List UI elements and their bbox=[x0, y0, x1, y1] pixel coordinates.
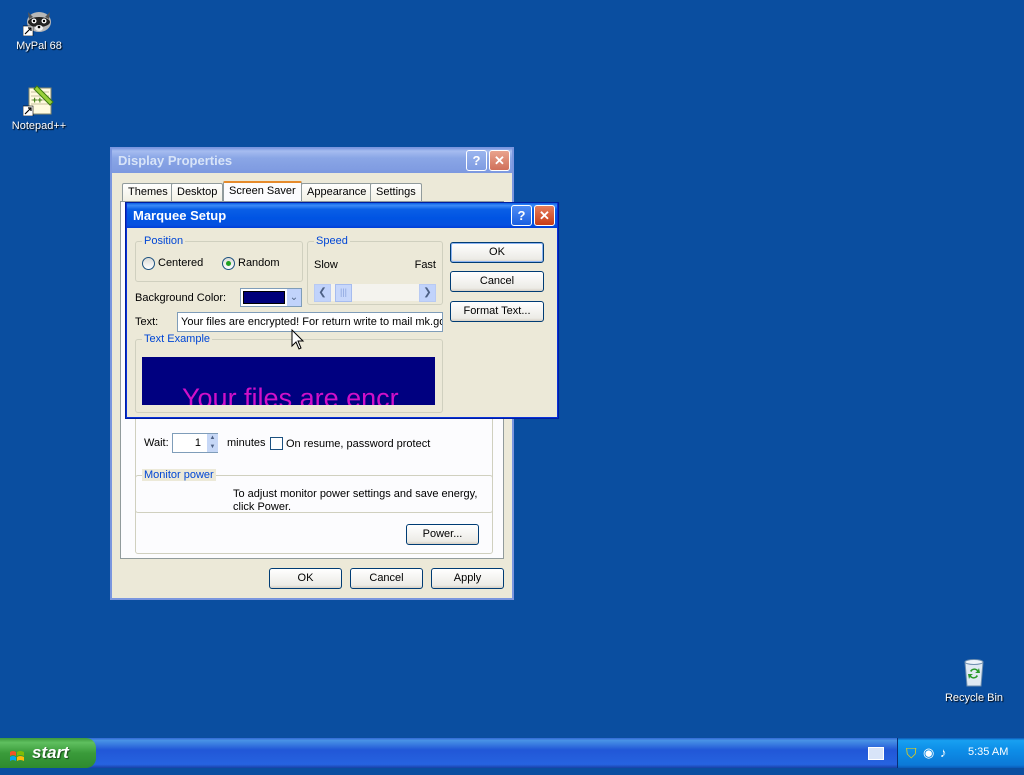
text-example-group: Text Example Your files are encr bbox=[135, 333, 443, 413]
clock[interactable]: 5:35 AM bbox=[968, 746, 1008, 758]
display-properties-titlebar[interactable]: Display Properties ? ✕ bbox=[112, 148, 512, 173]
password-protect-label: On resume, password protect bbox=[286, 438, 431, 450]
monitor-power-group: Monitor power To adjust monitor power se… bbox=[135, 469, 493, 554]
start-label: start bbox=[32, 743, 69, 762]
recycle-bin-icon bbox=[958, 656, 990, 688]
help-button[interactable]: ? bbox=[511, 205, 532, 226]
wait-value: 1 bbox=[194, 437, 201, 449]
desktop-icon-label: MyPal 68 bbox=[16, 40, 62, 52]
start-button[interactable]: start bbox=[0, 738, 96, 768]
stepper-arrows[interactable]: ▲ ▼ bbox=[207, 434, 218, 452]
background-color-swatch bbox=[243, 291, 285, 304]
power-button[interactable]: Power... bbox=[406, 524, 479, 545]
ok-button[interactable]: OK bbox=[269, 568, 342, 589]
marquee-setup-titlebar[interactable]: Marquee Setup ? ✕ bbox=[127, 203, 557, 228]
tab-settings[interactable]: Settings bbox=[370, 183, 422, 202]
network-icon[interactable]: ◉ bbox=[923, 745, 934, 761]
text-example-preview: Your files are encr bbox=[142, 357, 435, 405]
radio-centered-label: Centered bbox=[158, 257, 204, 269]
ok-button[interactable]: OK bbox=[450, 242, 544, 263]
help-button[interactable]: ? bbox=[466, 150, 487, 171]
wait-label: Wait: bbox=[144, 437, 169, 449]
apply-button[interactable]: Apply bbox=[431, 568, 504, 589]
volume-icon[interactable]: ♪ bbox=[940, 745, 947, 760]
system-tray: ⛉ ◉ ♪ 5:35 AM bbox=[897, 738, 1024, 768]
text-example-group-label: Text Example bbox=[142, 333, 213, 345]
chevron-down-icon[interactable]: ⌄ bbox=[287, 289, 301, 306]
speed-group: Speed Slow Fast ❮ ||| ❯ bbox=[307, 235, 443, 305]
text-example-preview-text: Your files are encr bbox=[182, 383, 399, 405]
speed-fast-label: Fast bbox=[414, 259, 436, 271]
close-icon: ✕ bbox=[539, 208, 550, 223]
speed-thumb[interactable]: ||| bbox=[335, 284, 352, 302]
dialog-title: Marquee Setup bbox=[133, 208, 227, 223]
tab-appearance[interactable]: Appearance bbox=[301, 183, 373, 202]
security-shield-icon[interactable]: ⛉ bbox=[906, 745, 917, 762]
radio-centered[interactable] bbox=[142, 257, 155, 270]
desktop-icon-mypal[interactable]: MyPal 68 bbox=[1, 4, 77, 52]
window-title: Display Properties bbox=[118, 153, 233, 168]
desktop-icon-notepadpp[interactable]: ++ Notepad++ bbox=[1, 84, 77, 132]
close-button[interactable]: ✕ bbox=[534, 205, 555, 226]
desktop-icon-label: Recycle Bin bbox=[944, 692, 1004, 704]
taskbar: start ⛉ ◉ ♪ 5:35 AM bbox=[0, 738, 1024, 768]
svg-text:++: ++ bbox=[32, 95, 43, 105]
scroll-right-arrow-icon[interactable]: ❯ bbox=[419, 284, 436, 302]
question-icon: ? bbox=[517, 208, 526, 223]
monitor-power-description: To adjust monitor power settings and sav… bbox=[233, 488, 478, 513]
close-button[interactable]: ✕ bbox=[489, 150, 510, 171]
stepper-up-icon[interactable]: ▲ bbox=[207, 434, 218, 443]
stepper-down-icon[interactable]: ▼ bbox=[207, 443, 218, 452]
marquee-setup-dialog: Marquee Setup ? ✕ Position Centered Rand… bbox=[126, 203, 558, 418]
close-icon: ✕ bbox=[494, 153, 505, 168]
tab-themes[interactable]: Themes bbox=[122, 183, 174, 202]
tab-strip: Themes Desktop Screen Saver Appearance S… bbox=[122, 181, 502, 204]
speed-scrollbar[interactable]: ❮ ||| ❯ bbox=[314, 284, 436, 302]
minutes-label: minutes bbox=[227, 437, 266, 449]
desktop-icon-recycle-bin[interactable]: Recycle Bin bbox=[936, 656, 1012, 704]
windows-logo-icon bbox=[9, 745, 25, 761]
notepadpp-icon: ++ bbox=[22, 84, 55, 117]
keyboard-icon[interactable] bbox=[868, 747, 884, 760]
marquee-text-value: Your files are encrypted! For return wri… bbox=[181, 316, 443, 328]
desktop-icon-label: Notepad++ bbox=[11, 120, 67, 132]
cancel-button[interactable]: Cancel bbox=[450, 271, 544, 292]
radio-random[interactable] bbox=[222, 257, 235, 270]
monitor-power-group-label: Monitor power bbox=[142, 469, 216, 481]
format-text-button[interactable]: Format Text... bbox=[450, 301, 544, 322]
question-icon: ? bbox=[472, 153, 481, 168]
speed-slow-label: Slow bbox=[314, 259, 338, 271]
marquee-text-input[interactable]: Your files are encrypted! For return wri… bbox=[177, 312, 443, 332]
cancel-button[interactable]: Cancel bbox=[350, 568, 423, 589]
radio-random-label: Random bbox=[238, 257, 280, 269]
tab-desktop[interactable]: Desktop bbox=[171, 183, 224, 202]
speed-group-label: Speed bbox=[314, 235, 350, 247]
raccoon-icon bbox=[22, 4, 55, 37]
scroll-left-arrow-icon[interactable]: ❮ bbox=[314, 284, 331, 302]
position-group-label: Position bbox=[142, 235, 186, 247]
background-color-picker[interactable]: ⌄ bbox=[240, 288, 302, 307]
background-color-label: Background Color: bbox=[135, 292, 227, 304]
password-protect-checkbox[interactable] bbox=[270, 437, 283, 450]
mouse-cursor-icon bbox=[291, 328, 305, 351]
text-label: Text: bbox=[135, 316, 159, 328]
position-group: Position Centered Random bbox=[135, 235, 303, 282]
